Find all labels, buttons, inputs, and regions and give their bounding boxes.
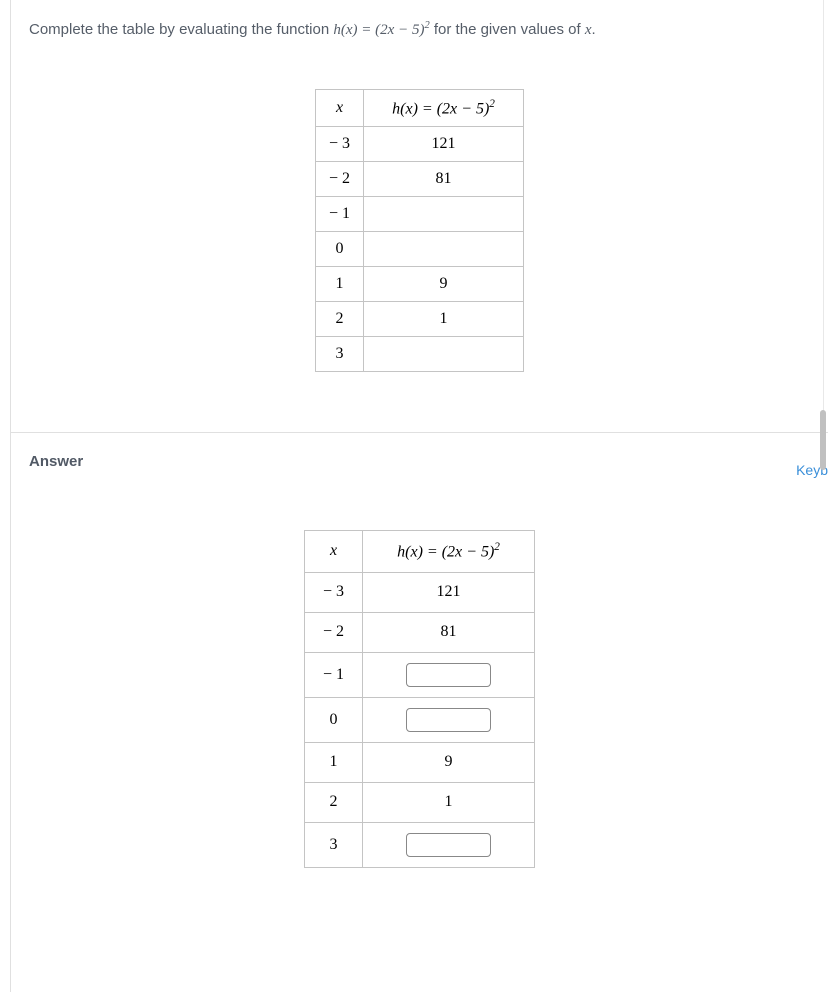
cell-x: − 2 <box>305 612 363 652</box>
main-container: Complete the table by evaluating the fun… <box>10 0 828 992</box>
cell-hx-input <box>363 822 535 867</box>
cell-x: − 3 <box>316 127 364 162</box>
answer-section: Answer x h(x) = (2x − 5)2 − 3121 − 281 −… <box>11 433 828 887</box>
table-row: 21 <box>305 782 535 822</box>
table-row: 21 <box>316 302 524 337</box>
table-row: − 1 <box>305 652 535 697</box>
question-suffix: for the given values of <box>430 21 585 38</box>
scrollbar-track <box>823 0 824 440</box>
cell-hx <box>364 232 524 267</box>
question-end: . <box>591 21 595 38</box>
cell-x: 0 <box>316 232 364 267</box>
table-row: − 3121 <box>316 127 524 162</box>
cell-hx-input <box>363 652 535 697</box>
cell-hx: 9 <box>363 742 535 782</box>
table-row: − 281 <box>305 612 535 652</box>
cell-hx <box>364 197 524 232</box>
cell-x: − 3 <box>305 572 363 612</box>
question-text: Complete the table by evaluating the fun… <box>29 20 810 39</box>
answer-table-wrapper: x h(x) = (2x − 5)2 − 3121 − 281 − 1 0 19… <box>29 530 810 867</box>
answer-table-header-hx: h(x) = (2x − 5)2 <box>363 531 535 572</box>
cell-hx: 121 <box>363 572 535 612</box>
cell-hx: 1 <box>363 782 535 822</box>
cell-x: 2 <box>305 782 363 822</box>
question-section: Complete the table by evaluating the fun… <box>11 20 828 433</box>
cell-x: 3 <box>305 822 363 867</box>
cell-hx <box>364 337 524 372</box>
cell-x: 3 <box>316 337 364 372</box>
answer-input-3[interactable] <box>406 833 491 857</box>
question-table: x h(x) = (2x − 5)2 − 3121 − 281 − 1 0 19… <box>315 89 524 372</box>
cell-hx: 81 <box>364 162 524 197</box>
cell-hx: 121 <box>364 127 524 162</box>
cell-hx: 1 <box>364 302 524 337</box>
question-table-wrapper: x h(x) = (2x − 5)2 − 3121 − 281 − 1 0 19… <box>29 89 810 372</box>
table-row: − 281 <box>316 162 524 197</box>
scrollbar-thumb[interactable] <box>820 410 826 470</box>
cell-x: 0 <box>305 697 363 742</box>
cell-x: − 1 <box>305 652 363 697</box>
question-function: h(x) = (2x − 5)2 <box>333 22 429 38</box>
table-row: 0 <box>316 232 524 267</box>
cell-hx-input <box>363 697 535 742</box>
table-row: 19 <box>316 267 524 302</box>
cell-hx: 81 <box>363 612 535 652</box>
cell-x: − 2 <box>316 162 364 197</box>
question-prefix: Complete the table by evaluating the fun… <box>29 21 333 38</box>
cell-x: 1 <box>316 267 364 302</box>
table-row: 3 <box>316 337 524 372</box>
table-row: 19 <box>305 742 535 782</box>
cell-x: 1 <box>305 742 363 782</box>
table-row: 0 <box>305 697 535 742</box>
cell-x: 2 <box>316 302 364 337</box>
answer-input-neg1[interactable] <box>406 663 491 687</box>
cell-hx: 9 <box>364 267 524 302</box>
answer-label: Answer <box>29 453 810 470</box>
cell-x: − 1 <box>316 197 364 232</box>
table-header-x: x <box>316 90 364 127</box>
answer-input-0[interactable] <box>406 708 491 732</box>
table-header-hx: h(x) = (2x − 5)2 <box>364 90 524 127</box>
table-row: − 1 <box>316 197 524 232</box>
answer-table: x h(x) = (2x − 5)2 − 3121 − 281 − 1 0 19… <box>304 530 535 867</box>
table-row: 3 <box>305 822 535 867</box>
answer-table-header-x: x <box>305 531 363 572</box>
table-row: − 3121 <box>305 572 535 612</box>
